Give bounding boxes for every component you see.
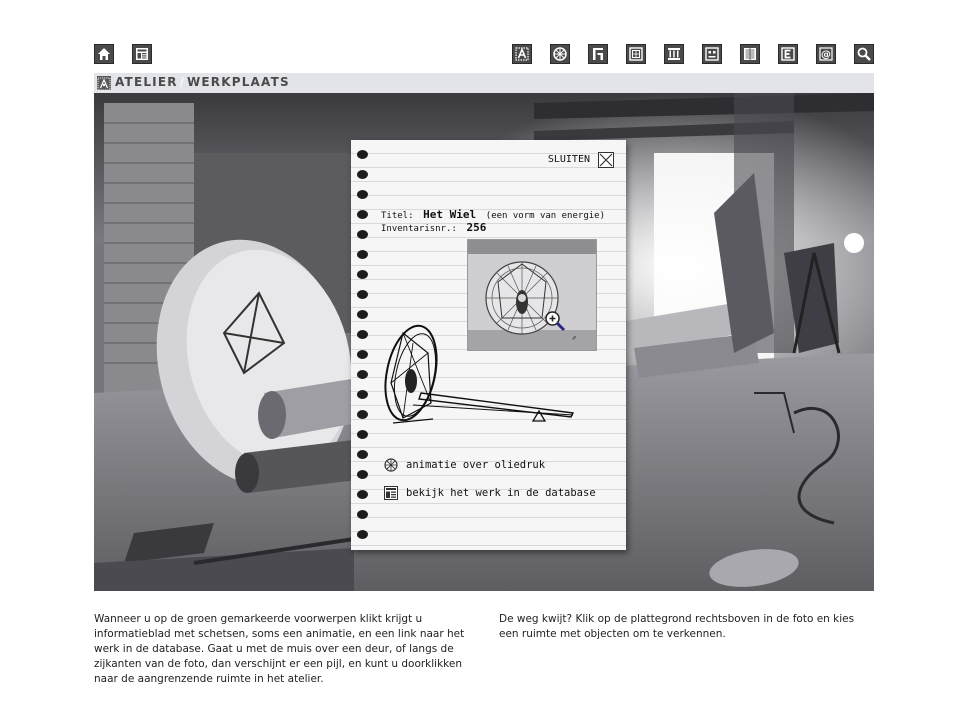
- section-title-bar: ATELIER / WERKPLAATS: [94, 73, 874, 93]
- inventory-number: 256: [466, 221, 487, 234]
- close-icon[interactable]: [598, 152, 614, 168]
- spiral-hole: [357, 270, 368, 279]
- page-title-atelier: ATELIER: [115, 75, 178, 89]
- spiral-hole: [357, 170, 368, 179]
- spiral-hole: [357, 510, 368, 519]
- at-icon[interactable]: @: [816, 44, 836, 64]
- spiral-hole: [357, 410, 368, 419]
- wheel-sketch: [373, 323, 578, 433]
- spiral-hole: [357, 470, 368, 479]
- close-button[interactable]: SLUITEN: [524, 152, 614, 168]
- columns-icon[interactable]: [664, 44, 684, 64]
- wheel-icon: [384, 458, 398, 472]
- spiral-hole: [357, 430, 368, 439]
- spiral-hole: [357, 210, 368, 219]
- spiral-hole: [357, 350, 368, 359]
- database-link-label: bekijk het werk in de database: [406, 487, 596, 499]
- spiral-hole: [357, 150, 368, 159]
- layout-icon: [384, 486, 398, 500]
- artwork-subtitle: (een vorm van energie): [485, 211, 605, 221]
- document-icon[interactable]: [740, 44, 760, 64]
- spiral-hole: [357, 290, 368, 299]
- page-title: ATELIER / WERKPLAATS: [115, 75, 290, 89]
- info-card: SLUITEN Titel: Het Wiel (een vorm van en…: [351, 140, 626, 550]
- atelier-logo-icon: [97, 76, 111, 91]
- svg-text:@: @: [821, 50, 831, 61]
- search-icon[interactable]: [854, 44, 874, 64]
- animation-link-label: animatie over oliedruk: [406, 459, 546, 471]
- inventory-row: Inventarisnr.: 256: [381, 216, 486, 235]
- layout-icon[interactable]: [132, 44, 152, 64]
- spiral-hole: [357, 370, 368, 379]
- letter-e-icon[interactable]: [778, 44, 798, 64]
- spiral-hole: [357, 530, 368, 539]
- spiral-hole: [357, 230, 368, 239]
- wheel-icon[interactable]: [550, 44, 570, 64]
- letter-h-icon[interactable]: [588, 44, 608, 64]
- page-title-werkplaats: WERKPLAATS: [186, 75, 290, 89]
- page-title-separator: /: [179, 75, 185, 89]
- grid-icon[interactable]: [626, 44, 646, 64]
- spiral-hole: [357, 330, 368, 339]
- toolbar: @: [94, 44, 874, 66]
- spiral-hole: [357, 490, 368, 499]
- spiral-hole: [357, 310, 368, 319]
- spiral-hole: [357, 450, 368, 459]
- spiral-hole: [357, 390, 368, 399]
- home-icon[interactable]: [94, 44, 114, 64]
- letter-a-icon[interactable]: [512, 44, 532, 64]
- face-icon[interactable]: [702, 44, 722, 64]
- navigation-help-text: De weg kwijt? Klik op de plattegrond rec…: [499, 613, 855, 640]
- spiral-hole: [357, 190, 368, 199]
- inventory-key: Inventarisnr.:: [381, 224, 457, 234]
- spiral-hole: [357, 250, 368, 259]
- close-label: SLUITEN: [547, 154, 590, 165]
- instructions-text: Wanneer u op de groen gemarkeerde voorwe…: [94, 613, 465, 685]
